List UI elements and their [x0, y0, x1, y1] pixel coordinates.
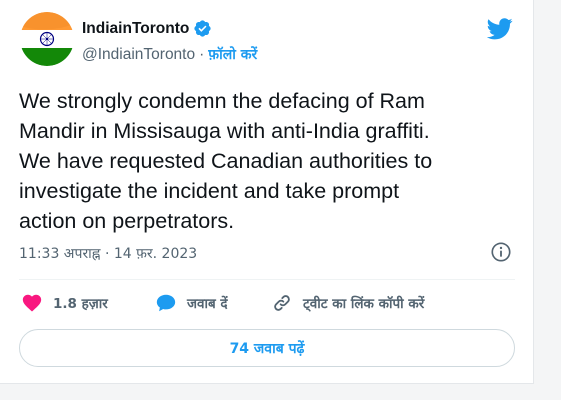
author-name[interactable]: IndiainToronto: [82, 20, 189, 38]
author-name-row[interactable]: IndiainToronto: [82, 19, 212, 38]
copy-link-button[interactable]: ट्वीट का लिंक कॉपी करें: [271, 292, 424, 314]
separator-dot: ·: [199, 45, 205, 63]
info-icon[interactable]: [490, 241, 512, 263]
reply-bubble-icon: [156, 294, 176, 312]
twitter-bird-icon[interactable]: [487, 18, 513, 40]
avatar[interactable]: [20, 12, 74, 66]
handle-row: @IndiainToronto · फ़ॉलो करें: [82, 45, 257, 64]
heart-icon: [22, 294, 42, 312]
copy-link-label: ट्वीट का लिंक कॉपी करें: [303, 296, 425, 312]
action-bar: 1.8 हज़ार जवाब दें ट्वीट का लिंक कॉपी कर…: [19, 292, 515, 316]
tweet-text: We strongly condemn the defacing of Ram …: [19, 89, 433, 233]
verified-badge-icon: [194, 20, 211, 37]
link-icon: [274, 295, 290, 311]
like-count: 1.8 हज़ार: [53, 296, 108, 312]
follow-button[interactable]: फ़ॉलो करें: [208, 45, 257, 64]
tweet-timestamp[interactable]: 11:33 अपराह्न · 14 फ़र. 2023: [19, 244, 197, 263]
tweet-card: IndiainToronto @IndiainToronto · फ़ॉलो क…: [0, 0, 534, 384]
reply-button[interactable]: जवाब दें: [155, 292, 228, 314]
reply-label: जवाब दें: [187, 296, 228, 312]
divider: [19, 279, 515, 280]
read-replies-button[interactable]: 74 जवाब पढ़ें: [19, 329, 515, 367]
like-button[interactable]: 1.8 हज़ार: [21, 292, 108, 314]
author-handle[interactable]: @IndiainToronto: [82, 46, 195, 64]
